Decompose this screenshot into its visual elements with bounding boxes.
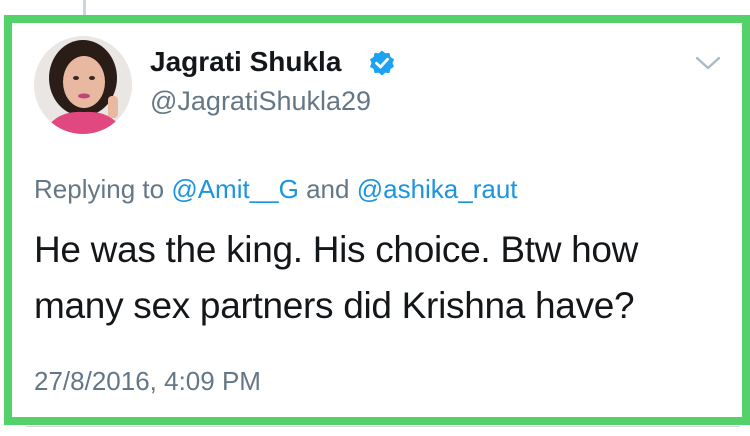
mention-link-amit[interactable]: @Amit__G	[171, 174, 299, 204]
replying-to-joiner: and	[306, 174, 350, 204]
user-handle[interactable]: @JagratiShukla29	[150, 84, 371, 118]
verified-badge-icon	[370, 50, 394, 76]
tweet-timestamp[interactable]: 27/8/2016, 4:09 PM	[34, 364, 261, 398]
replying-to-line: Replying to @Amit__G and @ashika_raut	[34, 172, 518, 206]
display-name[interactable]: Jagrati Shukla	[150, 44, 341, 80]
chevron-down-icon[interactable]	[694, 54, 722, 72]
tweet-text: He was the king. His choice. Btw how man…	[34, 229, 639, 326]
avatar[interactable]	[34, 36, 132, 134]
mention-link-ashika[interactable]: @ashika_raut	[357, 174, 518, 204]
replying-to-label: Replying to	[34, 174, 165, 204]
divider	[26, 426, 740, 427]
thread-connector-line	[83, 0, 86, 16]
